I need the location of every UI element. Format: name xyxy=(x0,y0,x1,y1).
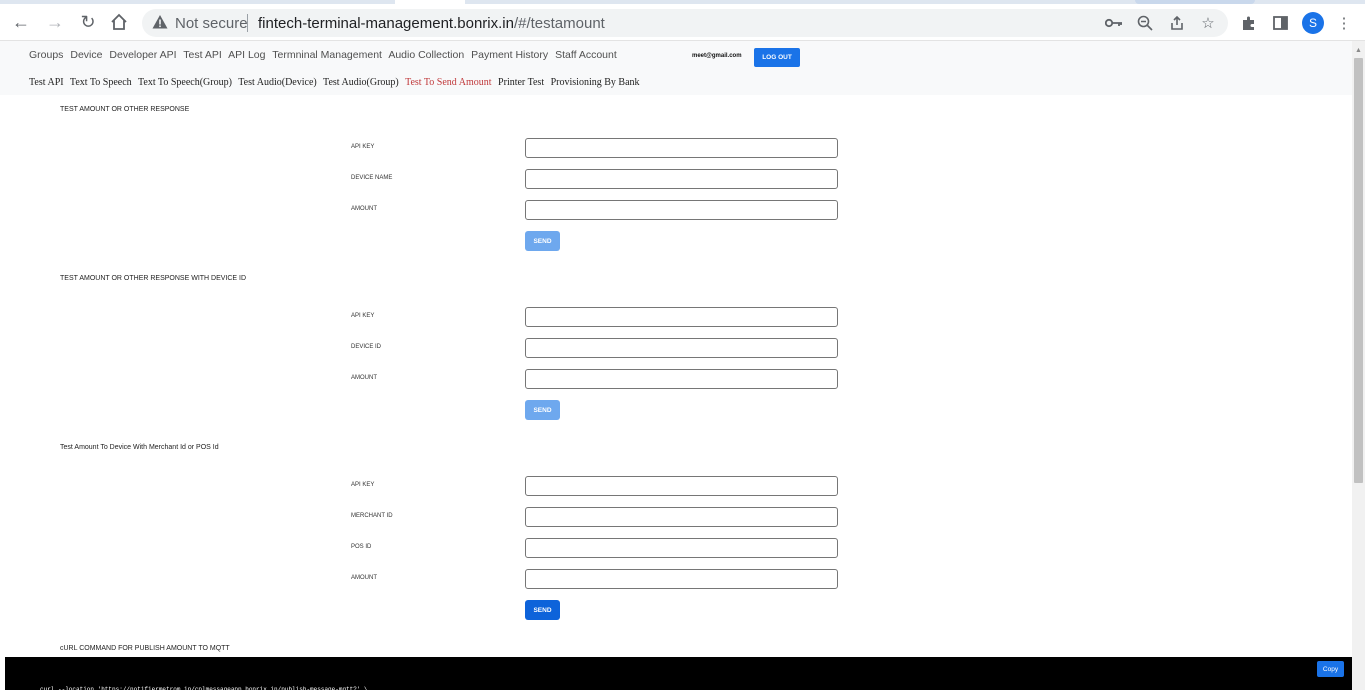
active-tab-edge[interactable] xyxy=(395,0,465,4)
section-title-merchant-pos: Test Amount To Device With Merchant Id o… xyxy=(60,444,219,451)
menu-test-api[interactable]: Test API xyxy=(183,49,222,61)
submenu-provisioning-by-bank[interactable]: Provisioning By Bank xyxy=(551,77,640,88)
user-email: meet@gmail.com xyxy=(692,53,742,59)
reload-icon[interactable]: ↻ xyxy=(76,10,100,34)
back-arrow-icon[interactable]: ← xyxy=(9,10,33,34)
share-icon[interactable] xyxy=(1167,13,1187,33)
pos-id-input[interactable] xyxy=(525,538,838,558)
url-host: fintech-terminal-management.bonrix.in xyxy=(258,15,514,32)
sub-menu: Test API Text To Speech Text To Speech(G… xyxy=(29,77,644,88)
label-pos-id: POS ID xyxy=(351,544,372,550)
label-merchant-id: MERCHANT ID xyxy=(351,513,393,519)
label-api-key: API KEY xyxy=(351,144,375,150)
label-amount: AMOUNT xyxy=(351,206,377,212)
kebab-menu-icon[interactable]: ⋮ xyxy=(1334,13,1354,33)
profile-avatar[interactable]: S xyxy=(1302,12,1324,34)
label-device-name: DEVICE NAME xyxy=(351,175,393,181)
menu-device[interactable]: Device xyxy=(70,49,102,61)
inactive-tab-edge[interactable] xyxy=(1135,0,1255,4)
submenu-printer-test[interactable]: Printer Test xyxy=(498,77,544,88)
copy-button[interactable]: Copy xyxy=(1317,661,1344,677)
main-menu: Groups Device Developer API Test API API… xyxy=(29,49,621,61)
send-button[interactable]: SEND xyxy=(525,231,560,251)
menu-groups[interactable]: Groups xyxy=(29,49,63,61)
submenu-test-audio-group[interactable]: Test Audio(Group) xyxy=(323,77,399,88)
menu-api-log[interactable]: API Log xyxy=(228,49,265,61)
amount-input[interactable] xyxy=(525,569,838,589)
label-amount: AMOUNT xyxy=(351,375,377,381)
section-title-curl: cURL COMMAND FOR PUBLISH AMOUNT TO MQTT xyxy=(60,645,230,652)
section-title-test-amount-device-id: TEST AMOUNT OR OTHER RESPONSE WITH DEVIC… xyxy=(60,275,247,282)
scroll-up-arrow-icon[interactable]: ▲ xyxy=(1352,44,1365,56)
home-icon[interactable] xyxy=(107,10,131,34)
submenu-text-to-speech-group[interactable]: Text To Speech(Group) xyxy=(138,77,232,88)
zoom-icon[interactable] xyxy=(1135,13,1155,33)
label-api-key: API KEY xyxy=(351,482,375,488)
extensions-icon[interactable] xyxy=(1239,13,1259,33)
submenu-test-to-send-amount[interactable]: Test To Send Amount xyxy=(405,77,491,88)
menu-terminal-management[interactable]: Termninal Management xyxy=(272,49,382,61)
logout-button[interactable]: LOG OUT xyxy=(754,48,800,67)
section-title-test-amount: TEST AMOUNT OR OTHER RESPONSE xyxy=(60,106,190,113)
menu-staff-account[interactable]: Staff Account xyxy=(555,49,617,61)
label-amount: AMOUNT xyxy=(351,575,377,581)
api-key-input[interactable] xyxy=(525,476,838,496)
address-divider xyxy=(247,14,248,32)
send-button[interactable]: SEND xyxy=(525,400,560,420)
send-button[interactable]: SEND xyxy=(525,600,560,620)
menu-audio-collection[interactable]: Audio Collection xyxy=(388,49,464,61)
scrollbar-thumb[interactable] xyxy=(1354,58,1363,483)
tab-strip xyxy=(0,0,1365,4)
submenu-text-to-speech[interactable]: Text To Speech xyxy=(70,77,132,88)
submenu-test-audio-device[interactable]: Test Audio(Device) xyxy=(238,77,316,88)
api-key-input[interactable] xyxy=(525,307,838,327)
key-icon[interactable] xyxy=(1104,13,1124,33)
warning-icon[interactable] xyxy=(152,14,168,30)
bookmark-star-icon[interactable]: ☆ xyxy=(1198,13,1218,33)
device-id-input[interactable] xyxy=(525,338,838,358)
side-panel-icon[interactable] xyxy=(1270,13,1290,33)
api-key-input[interactable] xyxy=(525,138,838,158)
url-path: /#/testamount xyxy=(513,15,605,32)
label-device-id: DEVICE ID xyxy=(351,344,382,350)
label-api-key: API KEY xyxy=(351,313,375,319)
amount-input[interactable] xyxy=(525,369,838,389)
menu-payment-history[interactable]: Payment History xyxy=(471,49,548,61)
not-secure-label[interactable]: Not secure xyxy=(175,15,248,32)
amount-input[interactable] xyxy=(525,200,838,220)
menu-developer-api[interactable]: Developer API xyxy=(109,49,176,61)
merchant-id-input[interactable] xyxy=(525,507,838,527)
device-name-input[interactable] xyxy=(525,169,838,189)
forward-arrow-icon[interactable]: → xyxy=(43,10,67,34)
url-text[interactable]: fintech-terminal-management.bonrix.in/#/… xyxy=(258,15,605,32)
submenu-test-api[interactable]: Test API xyxy=(29,77,64,88)
